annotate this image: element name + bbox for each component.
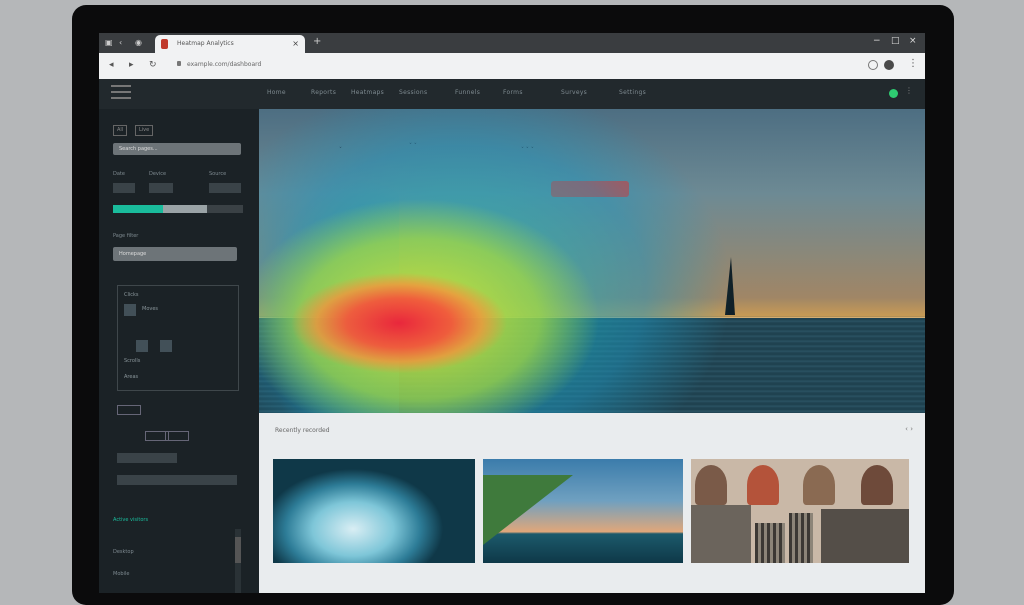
browser-tab[interactable]: Heatmap Analytics × xyxy=(155,35,305,53)
browser-titlebar: ▣ ‹ ◉ Heatmap Analytics × + − □ × xyxy=(99,33,925,53)
hamburger-icon[interactable] xyxy=(111,85,131,99)
person-photo xyxy=(803,465,835,505)
status-dot-icon xyxy=(889,89,898,98)
screen: ▣ ‹ ◉ Heatmap Analytics × + − □ × ◂ ▸ ↻ … xyxy=(99,33,925,593)
back-icon[interactable]: ◂ xyxy=(109,60,114,70)
nav-link-settings[interactable]: Settings xyxy=(619,89,646,96)
sidebar: All Live Search pages... Date Device Sou… xyxy=(99,109,259,593)
tag-live[interactable]: Live xyxy=(135,125,154,136)
sea xyxy=(259,318,925,413)
new-tab-button[interactable]: + xyxy=(313,36,321,47)
tab-title: Heatmap Analytics xyxy=(177,40,234,47)
panel-row-clicks[interactable]: Clicks xyxy=(124,292,139,298)
panel-thumb xyxy=(124,304,136,316)
scroll-thumb[interactable] xyxy=(235,537,241,563)
bird-mark: ˇ ˇ ˇ xyxy=(521,147,534,154)
filter-field[interactable] xyxy=(117,475,237,485)
cta-button[interactable] xyxy=(551,181,629,197)
bird-mark: ˇ ˇ xyxy=(409,143,417,150)
device-field[interactable] xyxy=(149,183,173,193)
progress-segment xyxy=(163,205,207,213)
forward-icon[interactable]: ▸ xyxy=(129,60,134,70)
close-tab-icon[interactable]: × xyxy=(292,35,299,53)
panel-thumb xyxy=(136,340,148,352)
building-photo xyxy=(789,513,813,563)
sidebar-label-source: Source xyxy=(209,171,227,177)
bird-mark: ˇ xyxy=(339,147,342,154)
hero-image: ˇ ˇ ˇ ˇ ˇ ˇ xyxy=(259,109,925,413)
filter-field[interactable] xyxy=(117,453,177,463)
page-select[interactable]: Homepage xyxy=(113,247,237,261)
search-input[interactable]: Search pages... xyxy=(113,143,241,155)
minimize-button[interactable]: − xyxy=(873,36,881,46)
date-field[interactable] xyxy=(113,183,135,193)
sidebar-scrollbar[interactable] xyxy=(235,529,241,593)
sidebar-label-date: Date xyxy=(113,171,125,177)
gallery-nav[interactable]: ‹ › xyxy=(905,425,913,433)
panel-thumb xyxy=(160,340,172,352)
gallery-section: Recently recorded ‹ › xyxy=(259,413,925,593)
source-field[interactable] xyxy=(209,183,241,193)
url-field[interactable]: example.com/dashboard xyxy=(177,61,261,68)
panel-row-areas[interactable]: Areas xyxy=(124,374,138,380)
tab-search-icon[interactable]: ◉ xyxy=(135,38,142,47)
person-photo xyxy=(861,465,893,505)
filter-chip[interactable] xyxy=(117,405,141,415)
url-text: example.com/dashboard xyxy=(187,61,262,68)
close-window-button[interactable]: × xyxy=(909,36,917,46)
lock-icon xyxy=(177,61,181,66)
address-bar: ◂ ▸ ↻ example.com/dashboard ⋮ xyxy=(99,53,925,79)
filter-panel: Clicks Moves Scrolls Areas xyxy=(117,285,239,391)
sidebar-label-device: Device xyxy=(149,171,167,177)
panel-row-moves[interactable]: Moves xyxy=(142,306,158,312)
tag-all[interactable]: All xyxy=(113,125,128,136)
hill-shape xyxy=(483,475,573,545)
building-photo xyxy=(691,505,751,563)
panel-row-scrolls[interactable]: Scrolls xyxy=(124,358,140,364)
window-menu-icon[interactable]: ▣ xyxy=(105,38,113,47)
section-label: Page filter xyxy=(113,233,139,239)
nav-link-home[interactable]: Home xyxy=(267,89,286,96)
gallery-card-people[interactable] xyxy=(691,459,909,563)
sailboat-icon xyxy=(725,257,735,315)
kebab-menu-icon[interactable]: ⋮ xyxy=(905,86,913,95)
building-photo xyxy=(821,509,909,563)
progress-bar xyxy=(113,205,243,213)
nav-link-reports[interactable]: Reports xyxy=(311,89,336,96)
building-photo xyxy=(755,523,785,563)
reload-icon[interactable]: ↻ xyxy=(149,60,157,70)
nav-link-surveys[interactable]: Surveys xyxy=(561,89,587,96)
gallery-title: Recently recorded xyxy=(275,427,330,434)
nav-link-sessions[interactable]: Sessions xyxy=(399,89,427,96)
browser-menu-icon[interactable]: ⋮ xyxy=(908,58,918,69)
nav-link-forms[interactable]: Forms xyxy=(503,89,523,96)
favicon-icon xyxy=(161,39,168,49)
extension-icon[interactable] xyxy=(868,60,878,70)
gallery-card-ocean[interactable] xyxy=(273,459,475,563)
app-navbar: Home Reports Heatmaps Sessions Funnels F… xyxy=(99,79,925,109)
nav-link-heatmaps[interactable]: Heatmaps xyxy=(351,89,384,96)
filter-chip[interactable] xyxy=(165,431,189,441)
person-photo xyxy=(695,465,727,505)
footer-row-desktop: Desktop xyxy=(113,549,134,555)
person-photo xyxy=(747,465,779,505)
tab-back-icon[interactable]: ‹ xyxy=(119,38,122,47)
gallery-card-coast[interactable] xyxy=(483,459,683,563)
footer-row-mobile: Mobile xyxy=(113,571,130,577)
nav-link-funnels[interactable]: Funnels xyxy=(455,89,480,96)
maximize-button[interactable]: □ xyxy=(891,36,900,46)
footer-label: Active visitors xyxy=(113,517,149,523)
profile-icon[interactable] xyxy=(884,60,894,70)
